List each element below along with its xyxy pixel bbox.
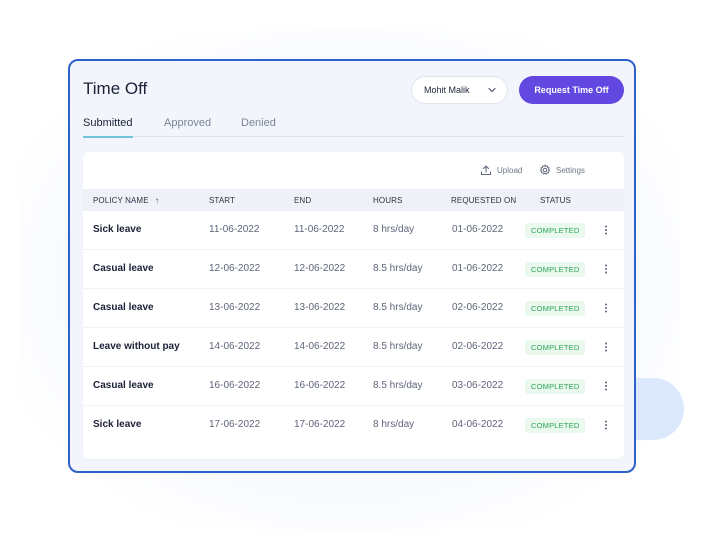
column-header-status: STATUS [540,196,571,205]
start-date: 12-06-2022 [209,263,261,274]
status-badge: COMPLETED [525,223,586,238]
time-off-panel: Time Off Mohit Malik Request Time Off Su… [68,59,636,473]
settings-label: Settings [556,165,585,175]
gear-icon [539,164,551,175]
hours: 8 hrs/day [373,419,415,430]
policy-name: Sick leave [93,224,142,235]
time-off-table-card: Upload Settings POLICY NAME ↑ START END … [83,152,624,459]
sort-ascending-icon: ↑ [154,196,160,205]
column-header-requested-on: REQUESTED ON [451,196,517,205]
kebab-menu-icon[interactable] [601,379,611,393]
column-header-hours: HOURS [373,196,403,205]
kebab-menu-icon[interactable] [601,418,611,432]
end-date: 13-06-2022 [294,302,346,313]
status-badge: COMPLETED [525,379,586,394]
upload-button[interactable]: Upload [480,164,522,176]
upload-icon [481,165,491,175]
column-header-policy[interactable]: POLICY NAME ↑ [93,196,159,205]
hours: 8 hrs/day [373,224,415,235]
tabs: Submitted Approved Denied [83,117,624,138]
end-date: 14-06-2022 [294,341,346,352]
end-date: 12-06-2022 [294,263,346,274]
kebab-menu-icon[interactable] [601,223,611,237]
requested-on-date: 01-06-2022 [452,263,504,274]
table-header: POLICY NAME ↑ START END HOURS REQUESTED … [83,189,624,211]
hours: 8.5 hrs/day [373,263,423,274]
tab-denied[interactable]: Denied [241,117,276,137]
hours: 8.5 hrs/day [373,302,423,313]
chevron-down-icon [488,87,496,93]
settings-button[interactable]: Settings [539,164,585,176]
start-date: 13-06-2022 [209,302,261,313]
status-badge: COMPLETED [525,301,586,316]
status-badge: COMPLETED [525,340,586,355]
request-time-off-button[interactable]: Request Time Off [519,76,624,104]
requested-on-date: 03-06-2022 [452,380,504,391]
status-badge: COMPLETED [525,262,586,277]
column-header-start: START [209,196,235,205]
tab-approved[interactable]: Approved [164,117,211,137]
start-date: 16-06-2022 [209,380,261,391]
user-select-value: Mohit Malik [424,85,470,95]
policy-name: Casual leave [93,380,154,391]
requested-on-date: 01-06-2022 [452,224,504,235]
page-title: Time Off [83,79,148,98]
requested-on-date: 02-06-2022 [452,341,504,352]
column-header-policy-label: POLICY NAME [93,196,149,205]
end-date: 11-06-2022 [294,224,345,235]
end-date: 16-06-2022 [294,380,346,391]
table-row[interactable]: Casual leave 13-06-2022 13-06-2022 8.5 h… [83,289,624,328]
start-date: 17-06-2022 [209,419,261,430]
start-date: 11-06-2022 [209,224,260,235]
table-row[interactable]: Sick leave 11-06-2022 11-06-2022 8 hrs/d… [83,211,624,250]
hours: 8.5 hrs/day [373,380,423,391]
table-row[interactable]: Casual leave 12-06-2022 12-06-2022 8.5 h… [83,250,624,289]
kebab-menu-icon[interactable] [601,340,611,354]
table-row[interactable]: Sick leave 17-06-2022 17-06-2022 8 hrs/d… [83,406,624,443]
policy-name: Casual leave [93,263,154,274]
kebab-menu-icon[interactable] [601,301,611,315]
hours: 8.5 hrs/day [373,341,423,352]
upload-label: Upload [497,165,523,175]
policy-name: Leave without pay [93,341,180,352]
table-row[interactable]: Casual leave 16-06-2022 16-06-2022 8.5 h… [83,367,624,406]
start-date: 14-06-2022 [209,341,261,352]
status-badge: COMPLETED [525,418,586,433]
table-row[interactable]: Leave without pay 14-06-2022 14-06-2022 … [83,328,624,367]
policy-name: Sick leave [93,419,142,430]
requested-on-date: 02-06-2022 [452,302,504,313]
tab-submitted[interactable]: Submitted [83,117,133,138]
policy-name: Casual leave [93,302,154,313]
column-header-end: END [294,196,312,205]
kebab-menu-icon[interactable] [601,262,611,276]
end-date: 17-06-2022 [294,419,346,430]
user-select[interactable]: Mohit Malik [411,76,508,104]
requested-on-date: 04-06-2022 [452,419,504,430]
